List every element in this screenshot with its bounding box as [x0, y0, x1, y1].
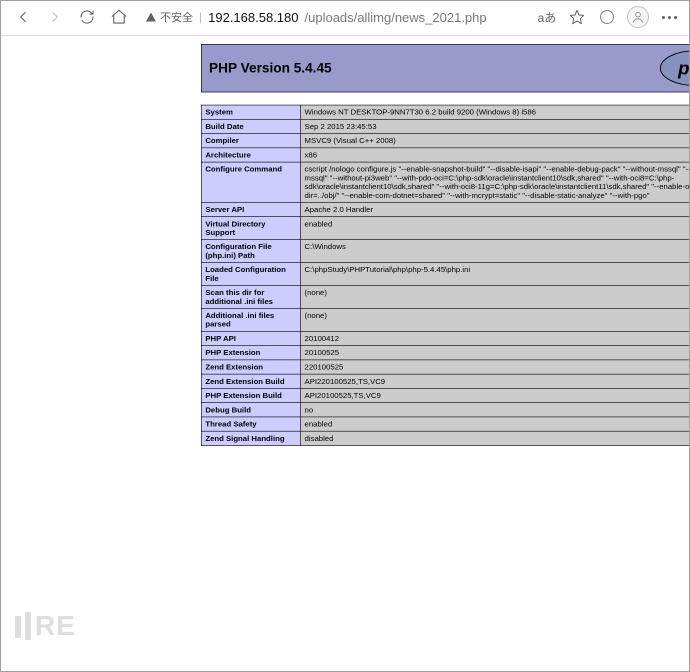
row-name: PHP Extension Build [201, 388, 300, 402]
table-row: SystemWindows NT DESKTOP-9NN7T30 6.2 bui… [201, 105, 689, 119]
circle-icon [600, 10, 614, 24]
table-row: Zend Signal Handlingdisabled [201, 431, 689, 445]
row-value: Windows NT DESKTOP-9NN7T30 6.2 build 920… [301, 105, 689, 119]
row-value: disabled [301, 431, 689, 445]
home-button[interactable] [107, 5, 131, 29]
row-value: no [301, 403, 689, 417]
more-button[interactable] [659, 7, 679, 27]
table-row: Architecturex86 [201, 148, 689, 162]
zoom-indicator[interactable] [597, 7, 617, 27]
security-text: 不安全 [160, 9, 193, 25]
table-row: Zend Extension220100525 [201, 360, 689, 374]
address-path: /uploads/allimg/news_2021.php [305, 10, 487, 25]
address-bar[interactable]: 不安全 | 192.168.58.180/uploads/allimg/news… [139, 7, 529, 27]
row-value: MSVC9 (Visual C++ 2008) [301, 134, 689, 148]
row-value: x86 [301, 148, 689, 162]
page-viewport[interactable]: RE PHP Version 5.4.45 php SystemWindows … [1, 36, 689, 670]
row-value: C:\phpStudy\PHPTutorial\php\php-5.4.45\p… [301, 263, 689, 286]
profile-button[interactable] [627, 6, 649, 28]
table-row: Scan this dir for additional .ini files(… [201, 285, 689, 308]
phpinfo-page: PHP Version 5.4.45 php SystemWindows NT … [201, 44, 689, 446]
row-value: enabled [301, 217, 689, 240]
row-value: 20100412 [301, 331, 689, 345]
row-name: Configure Command [201, 162, 300, 202]
row-name: Build Date [201, 119, 300, 133]
browser-window: 不安全 | 192.168.58.180/uploads/allimg/news… [0, 0, 690, 672]
back-button[interactable] [11, 5, 35, 29]
table-row: CompilerMSVC9 (Visual C++ 2008) [201, 134, 689, 148]
arrow-right-icon [46, 8, 64, 26]
table-row: Zend Extension BuildAPI220100525,TS,VC9 [201, 374, 689, 388]
row-value: API220100525,TS,VC9 [301, 374, 689, 388]
security-indicator[interactable]: 不安全 [145, 9, 193, 25]
row-value: Sep 2 2015 23:45:53 [301, 119, 689, 133]
home-icon [110, 8, 128, 26]
table-row: Server APIApache 2.0 Handler [201, 202, 689, 216]
row-name: Thread Safety [201, 417, 300, 431]
row-value: (none) [301, 285, 689, 308]
translate-button[interactable]: aあ [537, 7, 557, 27]
refresh-icon [78, 8, 96, 26]
row-value: 220100525 [301, 360, 689, 374]
table-row: Debug Buildno [201, 403, 689, 417]
more-dots-icon [662, 16, 677, 19]
page-title: PHP Version 5.4.45 [209, 60, 332, 76]
row-value: Apache 2.0 Handler [301, 202, 689, 216]
php-logo: php [658, 50, 689, 87]
row-name: Zend Signal Handling [201, 431, 300, 445]
browser-toolbar: 不安全 | 192.168.58.180/uploads/allimg/news… [1, 1, 689, 36]
row-value: cscript /nologo configure.js "--enable-s… [301, 162, 689, 202]
row-name: PHP Extension [201, 346, 300, 360]
row-name: Architecture [201, 148, 300, 162]
row-value: C:\Windows [301, 240, 689, 263]
row-value: 20100525 [301, 346, 689, 360]
row-value: API20100525,TS,VC9 [301, 388, 689, 402]
table-row: PHP API20100412 [201, 331, 689, 345]
row-name: Scan this dir for additional .ini files [201, 285, 300, 308]
favorites-button[interactable] [567, 7, 587, 27]
row-name: Server API [201, 202, 300, 216]
row-name: Compiler [201, 134, 300, 148]
address-separator: | [199, 10, 202, 24]
row-value: (none) [301, 308, 689, 331]
watermark-text: RE [35, 610, 76, 642]
table-row: Configure Commandcscript /nologo configu… [201, 162, 689, 202]
row-name: Zend Extension Build [201, 374, 300, 388]
arrow-left-icon [14, 8, 32, 26]
star-icon [569, 9, 585, 25]
warning-icon [145, 11, 157, 23]
row-name: Loaded Configuration File [201, 263, 300, 286]
person-icon [631, 10, 645, 24]
table-row: Loaded Configuration FileC:\phpStudy\PHP… [201, 263, 689, 286]
row-name: Configuration File (php.ini) Path [201, 240, 300, 263]
row-name: System [201, 105, 300, 119]
address-host: 192.168.58.180 [208, 10, 298, 25]
refresh-button[interactable] [75, 5, 99, 29]
phpinfo-table: SystemWindows NT DESKTOP-9NN7T30 6.2 bui… [201, 105, 689, 446]
toolbar-right-icons: aあ [537, 6, 679, 28]
table-row: Configuration File (php.ini) PathC:\Wind… [201, 240, 689, 263]
watermark-bars-icon [15, 612, 31, 640]
row-name: Virtual Directory Support [201, 217, 300, 240]
table-row: PHP Extension BuildAPI20100525,TS,VC9 [201, 388, 689, 402]
phpinfo-header: PHP Version 5.4.45 php [201, 44, 689, 92]
row-name: Debug Build [201, 403, 300, 417]
row-name: Zend Extension [201, 360, 300, 374]
row-value: enabled [301, 417, 689, 431]
row-name: PHP API [201, 331, 300, 345]
watermark: RE [15, 610, 76, 642]
row-name: Additional .ini files parsed [201, 308, 300, 331]
forward-button[interactable] [43, 5, 67, 29]
table-row: Build DateSep 2 2015 23:45:53 [201, 119, 689, 133]
table-row: PHP Extension20100525 [201, 346, 689, 360]
table-row: Thread Safetyenabled [201, 417, 689, 431]
table-row: Additional .ini files parsed(none) [201, 308, 689, 331]
php-logo-icon: php [658, 48, 689, 88]
table-row: Virtual Directory Supportenabled [201, 217, 689, 240]
svg-text:php: php [677, 57, 689, 78]
